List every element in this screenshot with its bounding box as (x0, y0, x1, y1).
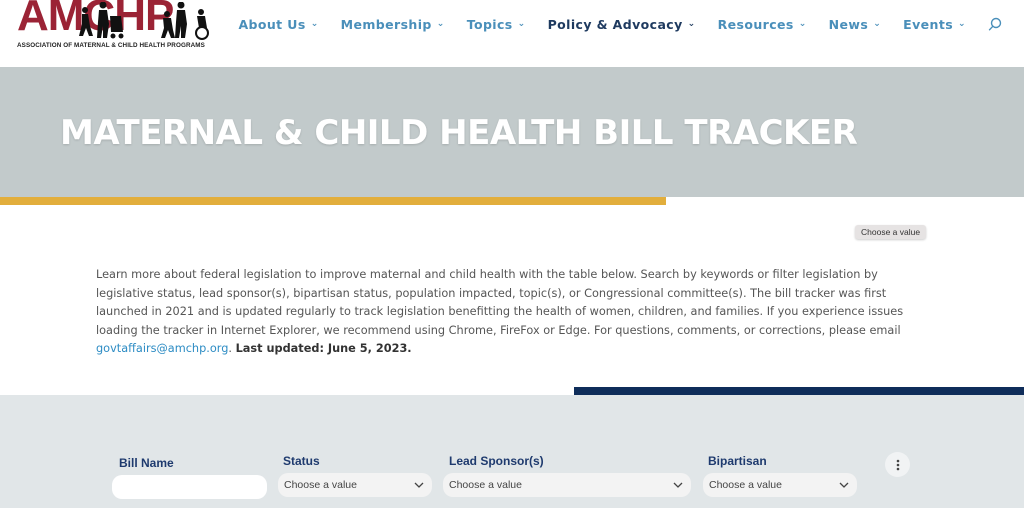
bipartisan-label: Bipartisan (708, 454, 767, 468)
lead-sponsor-label: Lead Sponsor(s) (449, 454, 544, 468)
chevron-down-icon (414, 482, 424, 488)
chevron-down-icon: ⌄ (436, 19, 445, 29)
nav-label: Membership (340, 16, 432, 32)
nav-label: Policy & Advocacy (547, 16, 683, 32)
status-field: Status Choose a value (278, 454, 432, 497)
chevron-down-icon: ⌄ (873, 19, 882, 29)
intro-paragraph: Learn more about federal legislation to … (96, 266, 926, 359)
nav-topics[interactable]: Topics ⌄ (467, 17, 526, 32)
chevron-down-icon (839, 482, 849, 488)
tooltip: Choose a value (855, 225, 927, 239)
more-options-button[interactable] (885, 452, 910, 477)
lead-sponsor-field: Lead Sponsor(s) Choose a value (443, 454, 691, 497)
chevron-down-icon: ⌄ (687, 19, 696, 29)
chevron-down-icon: ⌄ (958, 19, 966, 29)
page-title: MATERNAL & CHILD HEALTH BILL TRACKER (60, 113, 858, 153)
nav-policy-advocacy[interactable]: Policy & Advocacy ⌄ (548, 17, 696, 32)
bipartisan-field: Bipartisan Choose a value (703, 454, 857, 497)
bill-name-label: Bill Name (119, 456, 174, 470)
search-icon[interactable] (988, 17, 1002, 31)
nav-label: About Us (238, 16, 306, 32)
chevron-down-icon (673, 482, 683, 488)
nav-label: Events (903, 16, 954, 32)
nav-events[interactable]: Events ⌄ (903, 17, 966, 32)
hero-banner: MATERNAL & CHILD HEALTH BILL TRACKER (0, 67, 1024, 197)
bill-name-input[interactable] (112, 475, 267, 499)
nav-resources[interactable]: Resources ⌄ (718, 17, 807, 32)
main-nav: About Us ⌄ Membership ⌄ Topics ⌄ Policy … (216, 14, 1002, 34)
logo-subtitle: ASSOCIATION OF MATERNAL & CHILD HEALTH P… (17, 42, 205, 49)
bipartisan-select[interactable]: Choose a value (703, 473, 857, 497)
status-value: Choose a value (284, 479, 357, 491)
nav-about-us[interactable]: About Us ⌄ (238, 17, 318, 32)
amchp-logo[interactable]: AMCHP ASSOCIATION OF MATERNAL & CHILD HE… (17, 0, 217, 55)
family-silhouettes-icon (79, 2, 209, 40)
site-header: AMCHP ASSOCIATION OF MATERNAL & CHILD HE… (0, 0, 1024, 67)
chevron-down-icon: ⌄ (798, 19, 807, 29)
nav-label: News (828, 16, 869, 32)
chevron-down-icon: ⌄ (517, 19, 526, 29)
email-link[interactable]: govtaffairs@amchp.org (96, 342, 228, 355)
status-label: Status (283, 454, 320, 468)
bill-name-field: Bill Name (112, 456, 267, 499)
nav-membership[interactable]: Membership ⌄ (341, 17, 445, 32)
nav-news[interactable]: News ⌄ (829, 17, 881, 32)
intro-separator: . (228, 342, 236, 355)
lead-sponsor-value: Choose a value (449, 479, 522, 491)
gold-accent-bar (0, 197, 666, 205)
navy-accent-bar (574, 387, 1024, 395)
status-select[interactable]: Choose a value (278, 473, 432, 497)
more-vertical-icon (896, 459, 899, 470)
intro-text: Learn more about federal legislation to … (96, 268, 904, 337)
nav-label: Resources (717, 16, 794, 32)
chevron-down-icon: ⌄ (310, 19, 319, 29)
lead-sponsor-select[interactable]: Choose a value (443, 473, 691, 497)
nav-label: Topics (466, 16, 513, 32)
last-updated: Last updated: June 5, 2023. (235, 342, 412, 355)
bipartisan-value: Choose a value (709, 479, 782, 491)
